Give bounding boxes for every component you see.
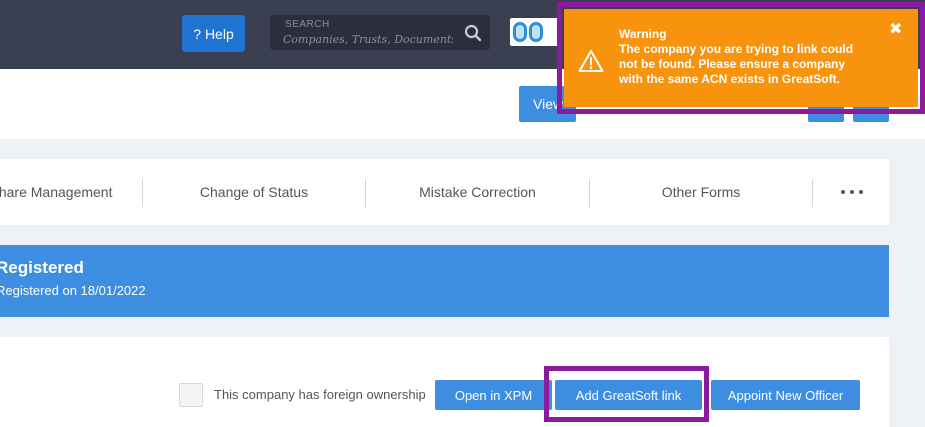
tab-mistake-correction[interactable]: Mistake Correction — [366, 159, 589, 225]
search-icon[interactable] — [464, 24, 482, 42]
status-date: Registered on 18/01/2022 — [0, 283, 146, 298]
forms-tab-bar: Share Management Change of Status Mistak… — [0, 159, 889, 225]
tab-label: Change of Status — [199, 184, 309, 200]
warning-triangle-icon — [578, 50, 604, 72]
tab-label: Other Forms — [661, 184, 741, 200]
more-options-icon[interactable] — [832, 177, 872, 207]
tab-label: Mistake Correction — [419, 184, 536, 200]
search-label: SEARCH — [285, 19, 330, 30]
open-in-xpm-button[interactable]: Open in XPM — [435, 380, 552, 410]
appoint-new-officer-button[interactable]: Appoint New Officer — [711, 380, 860, 410]
search-box[interactable]: SEARCH — [270, 15, 490, 50]
tab-other-forms[interactable]: Other Forms — [590, 159, 812, 225]
tab-label: Share Management — [0, 184, 113, 200]
warning-title: Warning — [619, 27, 667, 41]
tab-share-management[interactable]: Share Management — [0, 159, 142, 225]
help-button[interactable]: ? Help — [182, 15, 245, 52]
close-icon[interactable]: ✖ — [889, 19, 902, 39]
warning-toast: Warning The company you are trying to li… — [564, 9, 918, 107]
add-greatsoft-link-button[interactable]: Add GreatSoft link — [555, 380, 702, 410]
logo-ring-icon — [529, 22, 543, 42]
company-logo — [510, 18, 562, 46]
warning-message: The company you are trying to link could… — [619, 42, 854, 86]
tab-divider — [812, 179, 813, 207]
logo-ring-icon — [513, 22, 527, 42]
foreign-ownership-checkbox[interactable] — [179, 383, 203, 407]
status-title: Registered — [0, 258, 84, 277]
search-input[interactable] — [283, 32, 453, 47]
status-banner: Registered Registered on 18/01/2022 — [0, 245, 889, 317]
foreign-ownership-label: This company has foreign ownership — [214, 387, 426, 402]
tab-change-of-status[interactable]: Change of Status — [143, 159, 365, 225]
